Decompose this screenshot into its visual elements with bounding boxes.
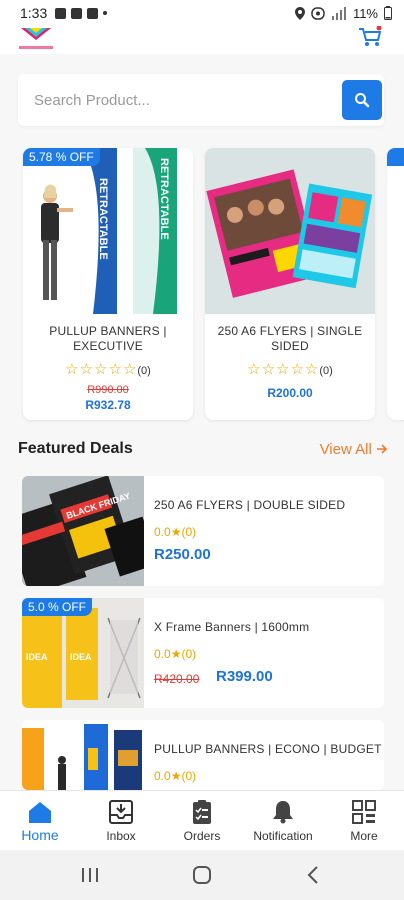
nav-label: Notification bbox=[253, 829, 313, 843]
product-rating: ☆☆☆☆☆(0) bbox=[23, 360, 193, 378]
more-notifications-icon bbox=[103, 11, 108, 15]
bell-icon bbox=[273, 801, 293, 824]
old-price: R990.00 bbox=[87, 384, 129, 396]
rating-count: (0) bbox=[137, 365, 151, 377]
discount-badge-peek bbox=[387, 148, 404, 166]
deal-rating: 0.0★(0) bbox=[154, 525, 196, 539]
product-carousel[interactable]: 5.78 % OFF RETRACTABLE RETRACTABLE PULLU… bbox=[0, 148, 404, 420]
product-title[interactable]: 250 A6 FLYERS | SINGLE SIDED bbox=[213, 324, 367, 354]
rating-value: 0.0 bbox=[154, 525, 171, 539]
product-card[interactable]: 5.78 % OFF RETRACTABLE RETRACTABLE PULLU… bbox=[23, 148, 193, 420]
deal-item[interactable]: IDEA IDEA 5.0 % OFF X Frame Banners | 16… bbox=[22, 598, 384, 708]
deal-title[interactable]: X Frame Banners | 1600mm bbox=[154, 620, 309, 634]
view-all-label: View All bbox=[319, 441, 372, 458]
rating-count: (0) bbox=[181, 769, 197, 783]
recent-apps-icon[interactable] bbox=[78, 864, 102, 886]
deal-image: BLACK FRIDAY bbox=[22, 476, 144, 586]
deal-item[interactable]: BLACK FRIDAY 250 A6 FLYERS | DOUBLE SIDE… bbox=[22, 476, 384, 586]
brand-logo[interactable] bbox=[17, 26, 55, 52]
deal-art-text-2: IDEA bbox=[70, 652, 92, 662]
rating-value: 0.0 bbox=[154, 769, 171, 783]
rating-count: (0) bbox=[181, 525, 197, 539]
status-icons-right: 11% bbox=[294, 5, 392, 21]
home-icon bbox=[29, 802, 51, 823]
arrow-right-icon bbox=[377, 444, 388, 454]
search-bar bbox=[18, 74, 384, 126]
deal-rating: 0.0★(0) bbox=[154, 647, 196, 661]
nav-more[interactable]: More bbox=[324, 797, 404, 847]
nav-orders[interactable]: Orders bbox=[162, 797, 242, 847]
deal-item[interactable]: PULLUP BANNERS | ECONO | BUDGET 0.0★(0) bbox=[22, 720, 384, 790]
search-button[interactable] bbox=[342, 80, 382, 120]
rating-value: 0.0 bbox=[154, 647, 171, 661]
deal-price: R399.00 bbox=[216, 668, 273, 685]
status-time: 1:33 bbox=[20, 5, 48, 21]
product-card-peek[interactable] bbox=[387, 148, 404, 420]
battery-percent: 11% bbox=[352, 5, 378, 21]
app-header bbox=[0, 26, 404, 54]
deal-art-text: IDEA bbox=[26, 652, 48, 662]
orders-icon bbox=[193, 800, 211, 824]
bottom-navigation: Home Inbox Orders Notification More bbox=[0, 790, 404, 850]
view-all-link[interactable]: View All bbox=[320, 441, 388, 458]
system-navigation-bar bbox=[0, 850, 404, 900]
product-title[interactable]: PULLUP BANNERS | EXECUTIVE bbox=[31, 324, 185, 354]
product-rating: ☆☆☆☆☆(0) bbox=[205, 360, 375, 378]
rating-count: (0) bbox=[181, 647, 197, 661]
nav-label: More bbox=[350, 829, 378, 843]
inbox-icon bbox=[109, 800, 133, 824]
gallery-notification-icon bbox=[55, 7, 67, 19]
deal-rating: 0.0★(0) bbox=[154, 769, 196, 783]
star-icon: ★ bbox=[170, 525, 182, 539]
message-notification-icon bbox=[71, 7, 83, 19]
star-rating-icon: ☆☆☆☆☆ bbox=[65, 361, 138, 378]
product-price: R200.00 bbox=[267, 386, 313, 400]
product-image: RETRACTABLE RETRACTABLE bbox=[23, 148, 193, 314]
grid-icon bbox=[352, 800, 376, 824]
nav-label: Orders bbox=[183, 829, 221, 843]
deal-price: R250.00 bbox=[154, 546, 211, 563]
banner-text: RETRACTABLE bbox=[97, 178, 109, 260]
discount-badge: 5.78 % OFF bbox=[23, 148, 100, 166]
battery-icon bbox=[384, 6, 392, 20]
old-price: R420.00 bbox=[154, 672, 200, 686]
section-title: Featured Deals bbox=[18, 440, 133, 457]
nav-notification[interactable]: Notification bbox=[243, 797, 323, 847]
deal-title[interactable]: PULLUP BANNERS | ECONO | BUDGET bbox=[154, 742, 382, 756]
product-image bbox=[205, 148, 375, 314]
nav-label: Home bbox=[21, 827, 59, 843]
deal-title[interactable]: 250 A6 FLYERS | DOUBLE SIDED bbox=[154, 498, 345, 512]
star-rating-icon: ☆☆☆☆☆ bbox=[247, 361, 320, 378]
home-button-icon[interactable] bbox=[190, 864, 214, 886]
rating-count: (0) bbox=[319, 365, 333, 377]
product-card[interactable]: 250 A6 FLYERS | SINGLE SIDED ☆☆☆☆☆(0) R2… bbox=[205, 148, 375, 420]
product-price: R932.78 bbox=[85, 398, 131, 412]
discount-badge: 5.0 % OFF bbox=[22, 598, 93, 616]
location-icon bbox=[294, 6, 305, 20]
nav-inbox[interactable]: Inbox bbox=[81, 797, 161, 847]
status-icons-left bbox=[55, 7, 108, 19]
data-saver-icon bbox=[311, 6, 325, 20]
cart-icon[interactable] bbox=[358, 26, 382, 48]
search-input[interactable] bbox=[18, 74, 338, 126]
search-icon bbox=[355, 93, 370, 108]
deal-image bbox=[22, 720, 144, 790]
star-icon: ★ bbox=[170, 769, 182, 783]
nav-home[interactable]: Home bbox=[0, 797, 80, 847]
back-icon[interactable] bbox=[302, 864, 326, 886]
signal-icon bbox=[331, 6, 346, 20]
star-icon: ★ bbox=[170, 647, 182, 661]
status-bar: 1:33 11% bbox=[0, 0, 404, 26]
banner-text-2: RETRACTABLE bbox=[158, 158, 170, 240]
featured-deals-header: Featured Deals View All bbox=[18, 440, 388, 462]
app-notification-icon bbox=[87, 7, 99, 19]
nav-label: Inbox bbox=[106, 829, 136, 843]
